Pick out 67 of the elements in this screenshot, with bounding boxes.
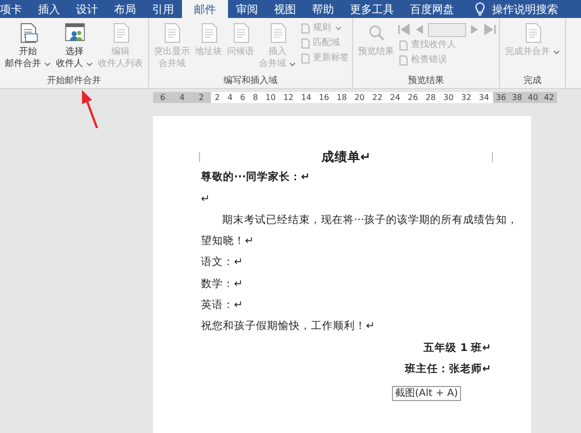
ribbon-tab[interactable]: 项卡 [0,0,30,18]
ruler-number: 32 [461,92,472,102]
ruler-number: 18 [336,92,347,102]
ribbon-tab[interactable]: 百度网盘 [402,0,462,18]
ruler-number: 28 [426,92,436,102]
ruler-number: 4 [179,92,185,102]
document-icon [300,23,311,34]
ruler-number: 24 [390,92,400,102]
document-icon [398,40,409,51]
document-icon [398,55,409,66]
document-text: 语文：↵ [201,256,243,268]
ruler-number: 10 [266,92,276,102]
ribbon-tab[interactable]: 帮助 [304,0,342,18]
document-icon [300,38,311,49]
tooltip: 截图(Alt + A) [392,386,461,401]
ribbon-tab[interactable]: 插入 [30,0,68,18]
ribbon-button[interactable]: 开始 邮件合并 [3,22,53,74]
ribbon-tab[interactable]: 设计 [68,0,106,18]
group-label: 开始邮件合并 [46,74,102,88]
document-text: 祝您和孩子假期愉快，工作顺利！↵ [201,320,375,332]
ruler-number: 36 [496,92,506,102]
document-text: 英语：↵ [201,299,243,312]
ruler-number: 34 [478,92,490,102]
ruler-number: 6 [160,92,166,102]
ruler-number: 26 [408,92,418,102]
ribbon-tab[interactable]: 引用 [144,0,182,18]
caret-icon [335,26,342,31]
ruler-number: 20 [354,92,365,102]
ribbon-tab[interactable]: 视图 [266,0,304,18]
ruler-number: 2 [198,92,204,102]
group-label: 编写和插入域 [222,74,278,88]
document-text: 尊敬的···同学家长：↵ [201,171,310,184]
document-text: 五年级 1 班↵ [424,342,491,354]
group-label: 完成 [522,74,542,88]
ribbon-tab[interactable]: 邮件 [182,0,228,18]
ruler-number: 4 [227,92,233,102]
ruler-number: 12 [283,92,294,102]
ribbon-button[interactable]: 选择 收件人 [54,22,95,74]
ruler-number: 8 [252,92,258,102]
ribbon-tab[interactable]: 审阅 [228,0,266,18]
ruler-number: 6 [240,92,246,102]
caret-icon [289,62,296,66]
group-label: 预览结果 [407,74,445,88]
ruler-number: 38 [512,92,522,102]
document-text: ↵ [201,192,210,205]
people-list-icon [64,22,86,44]
ribbon-tab[interactable]: 布局 [106,0,144,18]
document-text: 望知晓！↵ [201,235,254,248]
document-icon [300,53,311,64]
ruler-number: 30 [443,92,454,102]
caret-icon [86,62,93,66]
document-text: 成绩单↵ [321,149,371,164]
annotation-arrow [80,89,100,129]
caret-icon [44,62,51,66]
ruler-number: 40 [528,92,538,102]
document-text: 班主任：张老师↵ [405,362,491,375]
ribbon-tab[interactable]: 更多工具 [342,0,402,18]
ruler-number: 16 [318,92,330,102]
ruler-number: 42 [544,92,554,102]
ruler-number: 22 [372,92,382,102]
caret-icon [553,50,560,54]
search-field[interactable]: 操作说明搜索 [486,0,568,18]
ruler-number: 2 [214,92,220,102]
document-text: 数学：↵ [201,278,243,290]
lightbulb-icon [474,2,486,16]
ruler-number: 14 [301,92,312,102]
document-text: 期末考试已经结束，现在将···孩子的该学期的所有成绩告知， [222,214,518,226]
